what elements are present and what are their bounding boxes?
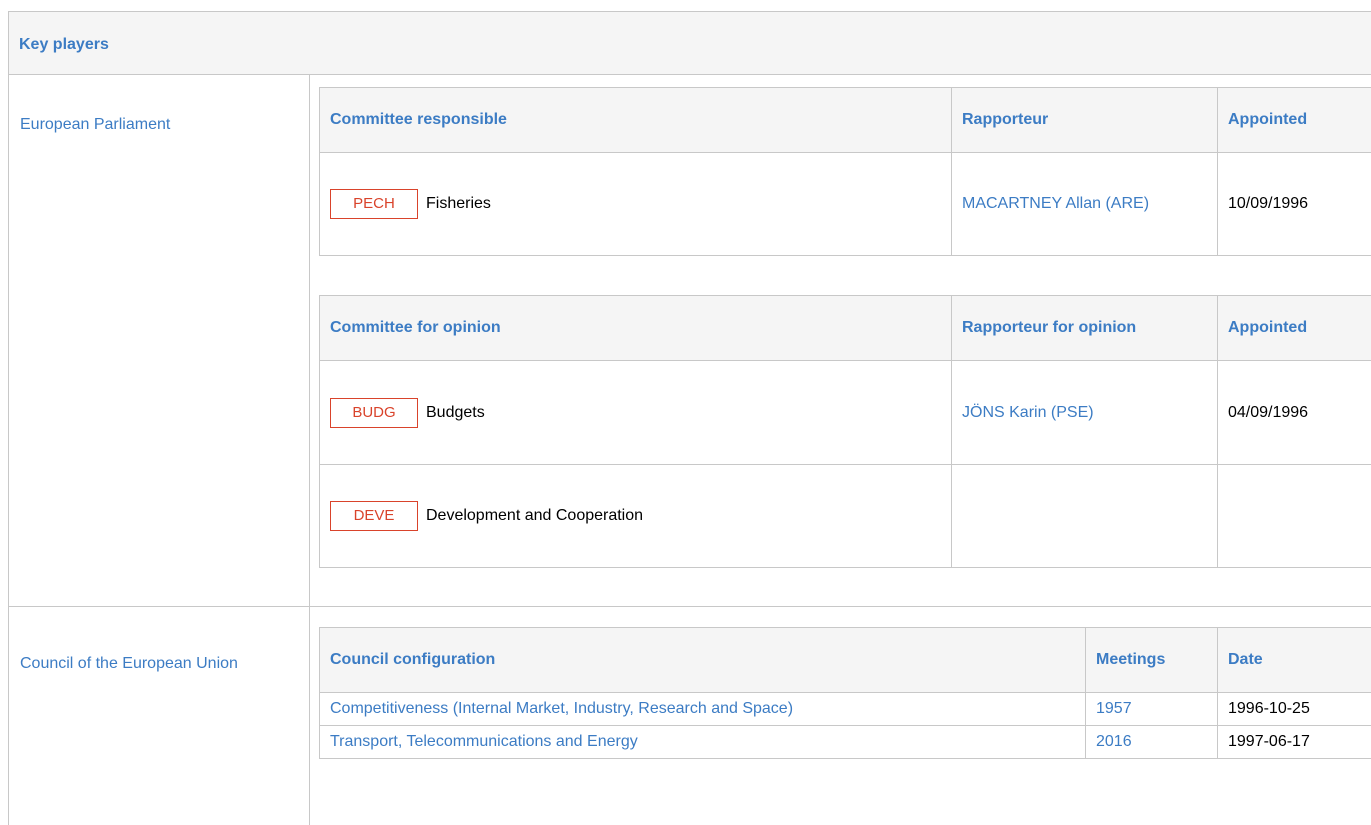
- council-configuration-link[interactable]: Competitiveness (Internal Market, Indust…: [330, 700, 793, 717]
- meeting-date: 1997-06-17: [1217, 725, 1371, 759]
- table-header-row: Committee for opinion Rapporteur for opi…: [319, 295, 1371, 361]
- row-divider: [9, 606, 1371, 607]
- appointed-empty: [1217, 464, 1371, 568]
- column-divider: [309, 75, 310, 825]
- appointed-date: 04/09/1996: [1217, 360, 1371, 465]
- table-row: BUDG Budgets JÖNS Karin (PSE) 04/09/1996: [319, 360, 1371, 465]
- committee-code-badge[interactable]: PECH: [330, 189, 418, 219]
- meeting-date: 1996-10-25: [1217, 692, 1371, 726]
- council-table: Council configuration Meetings Date Comp…: [319, 627, 1371, 759]
- committee-code-badge[interactable]: BUDG: [330, 397, 418, 428]
- committee-opinion-table: Committee for opinion Rapporteur for opi…: [319, 295, 1371, 568]
- rapporteur-opinion-header: Rapporteur for opinion: [951, 295, 1218, 361]
- table-header-row: Council configuration Meetings Date: [319, 627, 1371, 693]
- table-row: DEVE Development and Cooperation: [319, 464, 1371, 568]
- council-link[interactable]: Council of the European Union: [20, 655, 238, 673]
- meeting-link[interactable]: 2016: [1096, 733, 1132, 750]
- committee-name: Development and Cooperation: [426, 507, 644, 524]
- council-configuration-header: Council configuration: [319, 627, 1086, 693]
- committee-responsible-table: Committee responsible Rapporteur Appoint…: [319, 87, 1371, 256]
- rapporteur-header: Rapporteur: [951, 87, 1218, 153]
- council-configuration-link[interactable]: Transport, Telecommunications and Energy: [330, 733, 638, 750]
- table-header-row: Committee responsible Rapporteur Appoint…: [319, 87, 1371, 153]
- meetings-header: Meetings: [1085, 627, 1218, 693]
- committee-name: Budgets: [426, 403, 485, 421]
- meeting-link[interactable]: 1957: [1096, 700, 1132, 717]
- table-row: Transport, Telecommunications and Energy…: [319, 725, 1371, 759]
- section-title: Key players: [19, 36, 109, 53]
- table-row: Competitiveness (Internal Market, Indust…: [319, 692, 1371, 726]
- key-players-header: Key players: [9, 12, 1371, 75]
- date-header: Date: [1217, 627, 1371, 693]
- european-parliament-link[interactable]: European Parliament: [20, 116, 170, 134]
- key-players-panel: Key players European Parliament Council …: [8, 11, 1371, 825]
- rapporteur-link[interactable]: JÖNS Karin (PSE): [962, 404, 1094, 421]
- rapporteur-link[interactable]: MACARTNEY Allan (ARE): [962, 195, 1149, 212]
- appointed-header: Appointed: [1217, 295, 1371, 361]
- appointed-header: Appointed: [1217, 87, 1371, 153]
- committee-responsible-header: Committee responsible: [319, 87, 952, 153]
- rapporteur-empty: [951, 464, 1218, 568]
- appointed-date: 10/09/1996: [1217, 152, 1371, 256]
- committee-opinion-header: Committee for opinion: [319, 295, 952, 361]
- table-row: PECH Fisheries MACARTNEY Allan (ARE) 10/…: [319, 152, 1371, 256]
- committee-name: Fisheries: [426, 195, 491, 212]
- committee-code-badge[interactable]: DEVE: [330, 501, 418, 531]
